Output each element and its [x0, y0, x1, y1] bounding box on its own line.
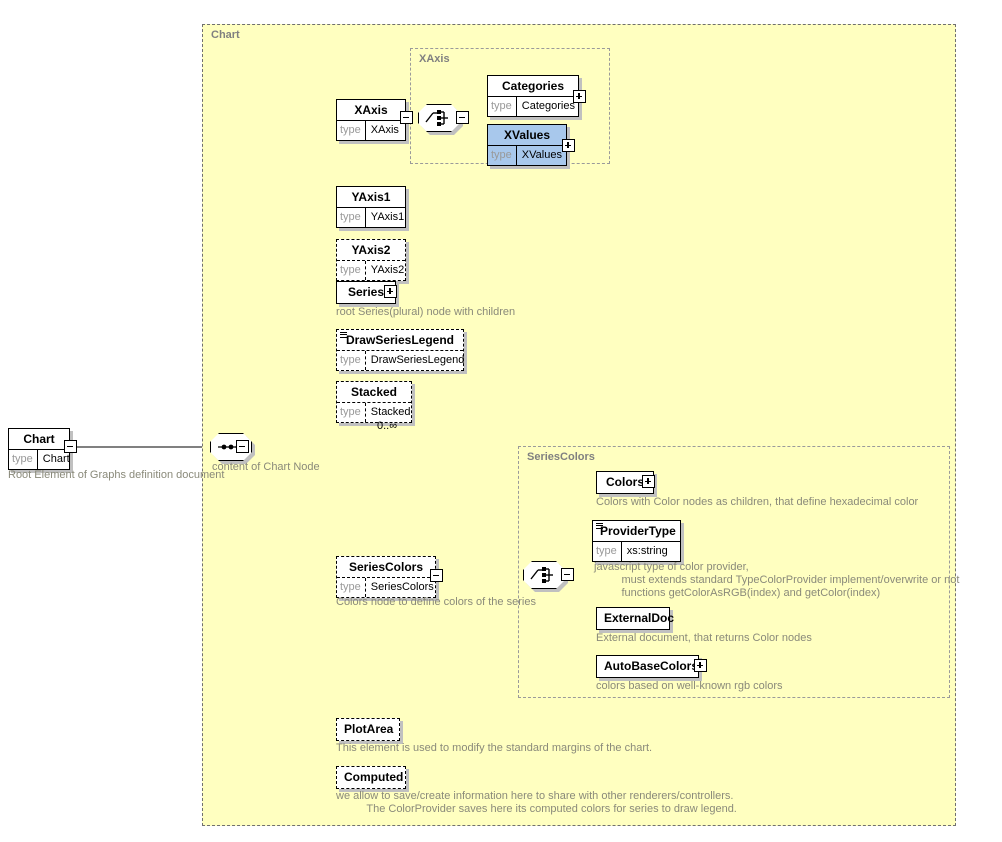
choice-compositor-seriescolors-expander[interactable]: [561, 568, 574, 581]
node-seriescolors-expander[interactable]: [430, 569, 443, 582]
node-providertype-annotation: javascript type of color provider, must …: [594, 561, 960, 599]
node-yaxis1-type: type YAxis1: [337, 208, 405, 227]
node-categories-type-value: Categories: [521, 100, 575, 112]
node-xvalues-name: XValues: [488, 125, 566, 146]
node-chart-type-key: type: [9, 450, 38, 469]
node-providertype-type-value: xs:string: [626, 545, 668, 557]
sequence-compositor-expander[interactable]: [236, 440, 249, 453]
node-autobasecolors-annotation: colors based on well-known rgb colors: [596, 680, 783, 692]
group-chart-label: Chart: [211, 29, 240, 41]
node-drawserieslegend-type-key: type: [337, 351, 366, 370]
default-value-marker-icon: [340, 332, 347, 338]
node-plotarea-name: PlotArea: [344, 722, 394, 736]
node-xaxis[interactable]: XAxis type XAxis: [336, 99, 406, 141]
node-series-expander[interactable]: [384, 285, 397, 298]
node-drawserieslegend-type-value: DrawSeriesLegend: [370, 354, 465, 366]
node-xaxis-type-key: type: [337, 121, 366, 140]
node-yaxis2-type-key: type: [337, 261, 366, 280]
choice-compositor-icon: [425, 110, 448, 126]
node-seriescolors-type: type SeriesColors: [337, 578, 435, 597]
node-providertype-type-key: type: [593, 542, 622, 561]
node-seriescolors-annotation: Colors node to define colors of the seri…: [336, 596, 536, 608]
node-stacked-name: Stacked: [337, 382, 411, 403]
node-externaldoc[interactable]: ExternalDoc: [596, 607, 675, 630]
node-categories-expander[interactable]: [573, 90, 586, 103]
node-autobasecolors-name: AutoBaseColors: [604, 659, 699, 673]
node-stacked-occurrence: 0..∞: [377, 420, 398, 432]
node-providertype-type: type xs:string: [593, 542, 680, 561]
node-drawserieslegend[interactable]: DrawSeriesLegend type DrawSeriesLegend: [336, 329, 464, 371]
node-externaldoc-name: ExternalDoc: [604, 611, 675, 625]
node-autobasecolors[interactable]: AutoBaseColors: [596, 655, 699, 678]
node-colors-annotation: Colors with Color nodes as children, tha…: [596, 496, 919, 508]
node-stacked[interactable]: Stacked type Stacked: [336, 381, 412, 423]
node-yaxis2[interactable]: YAxis2 type YAxis2: [336, 239, 406, 281]
node-drawserieslegend-type: type DrawSeriesLegend: [337, 351, 464, 370]
node-yaxis1-type-value: YAxis1: [370, 211, 405, 223]
node-xvalues-type-key: type: [488, 146, 517, 165]
node-chart-type: type Chart: [9, 450, 70, 469]
node-stacked-type: type Stacked: [337, 403, 411, 422]
node-yaxis2-type-value: YAxis2: [370, 264, 405, 276]
node-categories[interactable]: Categories type Categories: [487, 75, 579, 117]
node-chart-expander[interactable]: [64, 440, 77, 453]
node-xaxis-expander[interactable]: [400, 111, 413, 124]
choice-compositor-icon: [530, 567, 553, 583]
choice-compositor-seriescolors[interactable]: [523, 561, 568, 592]
node-series-annotation: root Series(plural) node with children: [336, 306, 516, 318]
node-computed[interactable]: Computed: [336, 766, 406, 789]
node-yaxis1-type-key: type: [337, 208, 366, 227]
xsd-diagram-canvas: Chart XAxis SeriesColors Chart type Char…: [0, 0, 1002, 842]
node-categories-type: type Categories: [488, 97, 578, 116]
sequence-compositor-annotation: content of Chart Node: [212, 461, 320, 473]
node-computed-name: Computed: [344, 770, 404, 784]
node-yaxis2-name: YAxis2: [337, 240, 405, 261]
node-chart[interactable]: Chart type Chart: [8, 428, 70, 470]
group-seriescolors-label: SeriesColors: [527, 451, 595, 463]
node-yaxis2-type: type YAxis2: [337, 261, 405, 280]
node-providertype-name: ProviderType: [593, 521, 680, 542]
node-seriescolors[interactable]: SeriesColors type SeriesColors: [336, 556, 436, 598]
node-drawserieslegend-name: DrawSeriesLegend: [337, 330, 463, 351]
node-xaxis-type-value: XAxis: [370, 124, 399, 136]
node-autobasecolors-expander[interactable]: [694, 659, 707, 672]
node-xvalues-expander[interactable]: [562, 139, 575, 152]
node-xaxis-name: XAxis: [337, 100, 405, 121]
node-xvalues-type-value: XValues: [521, 149, 562, 161]
node-providertype[interactable]: ProviderType type xs:string: [592, 520, 681, 562]
node-categories-name: Categories: [488, 76, 578, 97]
default-value-marker-icon: [596, 523, 603, 529]
node-seriescolors-type-key: type: [337, 578, 366, 597]
node-stacked-type-key: type: [337, 403, 366, 422]
node-plotarea-annotation: This element is used to modify the stand…: [336, 742, 653, 754]
node-seriescolors-type-value: SeriesColors: [370, 581, 434, 593]
node-chart-name: Chart: [9, 429, 69, 450]
node-colors-expander[interactable]: [642, 475, 655, 488]
node-xvalues-type: type XValues: [488, 146, 566, 165]
node-computed-annotation: we allow to save/create information here…: [336, 790, 737, 815]
group-xaxis-label: XAxis: [419, 53, 450, 65]
node-xaxis-type: type XAxis: [337, 121, 405, 140]
node-yaxis1-name: YAxis1: [337, 187, 405, 208]
node-seriescolors-name: SeriesColors: [337, 557, 435, 578]
choice-compositor-xaxis[interactable]: [418, 104, 463, 135]
node-plotarea[interactable]: PlotArea: [336, 718, 400, 741]
node-externaldoc-annotation: External document, that returns Color no…: [596, 632, 812, 644]
node-categories-type-key: type: [488, 97, 517, 116]
node-yaxis1[interactable]: YAxis1 type YAxis1: [336, 186, 406, 228]
node-xvalues[interactable]: XValues type XValues: [487, 124, 567, 166]
node-chart-annotation: Root Element of Graphs definition docume…: [8, 469, 225, 481]
choice-compositor-xaxis-expander[interactable]: [456, 111, 469, 124]
